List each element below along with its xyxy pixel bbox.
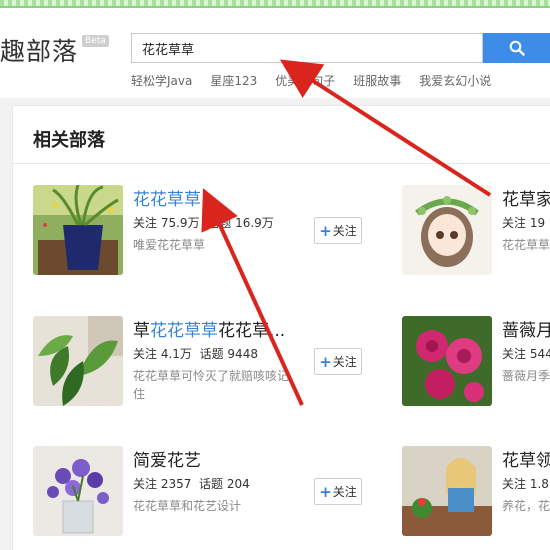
search-input-box[interactable] bbox=[131, 33, 483, 63]
hot-link[interactable]: 轻松学Java bbox=[131, 72, 192, 89]
tribe-thumbnail[interactable] bbox=[33, 185, 123, 275]
tribe-description: 蔷薇月季 bbox=[502, 369, 550, 383]
beta-badge: Beta bbox=[82, 35, 109, 47]
follow-button[interactable]: + 关注 bbox=[314, 478, 362, 505]
plus-icon: + bbox=[319, 352, 332, 371]
hot-links: 轻松学Java 星座123 优美的句子 班服故事 我爱玄幻小说 bbox=[131, 72, 491, 89]
tribe-stats: 关注 2357 话题 204 bbox=[133, 477, 250, 491]
tribe-thumbnail[interactable] bbox=[402, 446, 492, 536]
search-button[interactable] bbox=[483, 33, 550, 63]
tribe-stats: 关注 544 bbox=[502, 347, 550, 361]
tribe-stats: 关注 75.9万 话题 16.9万 bbox=[133, 216, 274, 230]
tribe-thumbnail[interactable] bbox=[402, 185, 492, 275]
tribe-name[interactable]: 花草家 bbox=[502, 185, 550, 210]
follow-button[interactable]: + 关注 bbox=[314, 217, 362, 244]
tribe-name[interactable]: 草花花草草花花草... bbox=[133, 316, 285, 341]
tribe-stats: 关注 4.1万 话题 9448 bbox=[133, 347, 258, 361]
divider bbox=[13, 163, 550, 164]
results-panel: 相关部落 花花草草 关注 75.9万 话题 16.9万 唯爱花花草草 +关注 bbox=[12, 105, 550, 550]
section-title: 相关部落 bbox=[33, 130, 105, 151]
hot-link[interactable]: 优美的句子 bbox=[275, 72, 335, 89]
tribe-stats: 关注 1.8 bbox=[502, 477, 549, 491]
tribe-name[interactable]: 简爱花艺 bbox=[133, 446, 201, 471]
tribe-description: 花花草草和花艺设计 bbox=[133, 499, 242, 513]
hot-link[interactable]: 星座123 bbox=[210, 72, 257, 89]
tribe-description: 花花草草可怜灭了就赔咳咳记住 bbox=[133, 369, 290, 401]
tribe-stats: 关注 19 bbox=[502, 216, 546, 230]
search-icon bbox=[509, 40, 525, 56]
tribe-description: 花花草草 bbox=[502, 238, 550, 252]
tribe-description: 养花，花 bbox=[502, 499, 550, 513]
tribe-name[interactable]: 蔷薇月 bbox=[502, 316, 550, 341]
plus-icon: + bbox=[319, 221, 332, 240]
tribe-name[interactable]: 花草领 bbox=[502, 446, 550, 471]
tribe-thumbnail[interactable] bbox=[402, 316, 492, 406]
tribe-thumbnail[interactable] bbox=[33, 446, 123, 536]
tribe-description: 唯爱花花草草 bbox=[133, 238, 206, 252]
top-decor-strip bbox=[0, 0, 550, 8]
logo[interactable]: 趣部落 bbox=[0, 32, 78, 68]
header: 趣部落 Beta 轻松学Java 星座123 优美的句子 班服故事 我爱玄幻小说 bbox=[0, 8, 550, 98]
tribe-name[interactable]: 花花草草 bbox=[133, 185, 201, 210]
tribe-thumbnail[interactable] bbox=[33, 316, 123, 406]
hot-link[interactable]: 我爱玄幻小说 bbox=[419, 72, 491, 89]
hot-link[interactable]: 班服故事 bbox=[353, 72, 401, 89]
search-input[interactable] bbox=[132, 34, 482, 62]
follow-button[interactable]: + 关注 bbox=[314, 348, 362, 375]
plus-icon: + bbox=[319, 482, 332, 501]
